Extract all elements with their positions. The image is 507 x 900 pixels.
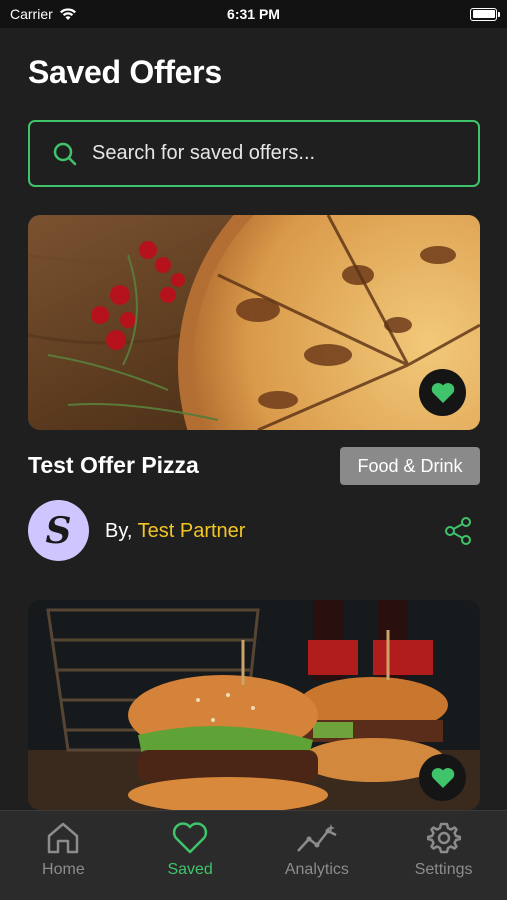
bottom-tab-bar: Home Saved Analytics Settings	[0, 810, 507, 900]
partner-avatar-initial: S	[45, 509, 72, 552]
tab-home-label: Home	[42, 861, 85, 878]
partner-prefix: By,	[105, 520, 133, 542]
tab-analytics-label: Analytics	[284, 861, 349, 878]
search-input[interactable]	[92, 142, 452, 165]
status-bar: Carrier 6:31 PM	[0, 0, 507, 28]
favorite-button[interactable]	[419, 754, 466, 801]
battery-icon	[470, 7, 500, 21]
category-badge: Food & Drink	[340, 447, 480, 485]
heart-filled-icon	[431, 382, 454, 403]
tab-home[interactable]: Home	[0, 811, 127, 900]
favorite-button[interactable]	[419, 369, 466, 416]
tab-saved[interactable]: Saved	[127, 811, 254, 900]
heart-filled-icon	[431, 767, 454, 788]
wifi-icon	[59, 8, 76, 20]
partner-name-link[interactable]: Test Partner	[138, 520, 246, 542]
page-title: Saved Offers	[28, 54, 222, 90]
search-box[interactable]	[28, 120, 480, 187]
search-icon	[53, 142, 77, 165]
share-icon[interactable]	[444, 516, 472, 546]
pizza-photo	[28, 215, 480, 430]
home-icon	[48, 822, 79, 854]
tab-analytics[interactable]: Analytics	[254, 811, 381, 900]
burger-photo	[28, 600, 480, 810]
analytics-icon	[296, 824, 337, 852]
offer-image-pizza[interactable]	[28, 215, 480, 430]
offer-image-burger[interactable]	[28, 600, 480, 810]
partner-avatar[interactable]: S	[28, 500, 89, 561]
offer-title[interactable]: Test Offer Pizza	[28, 452, 199, 479]
partner-line: By, Test Partner	[105, 520, 245, 543]
heart-icon	[173, 822, 208, 854]
gear-icon	[426, 822, 461, 854]
tab-settings-label: Settings	[414, 861, 473, 878]
carrier-label: Carrier	[10, 6, 53, 22]
tab-saved-label: Saved	[167, 861, 213, 878]
tab-settings[interactable]: Settings	[380, 811, 507, 900]
